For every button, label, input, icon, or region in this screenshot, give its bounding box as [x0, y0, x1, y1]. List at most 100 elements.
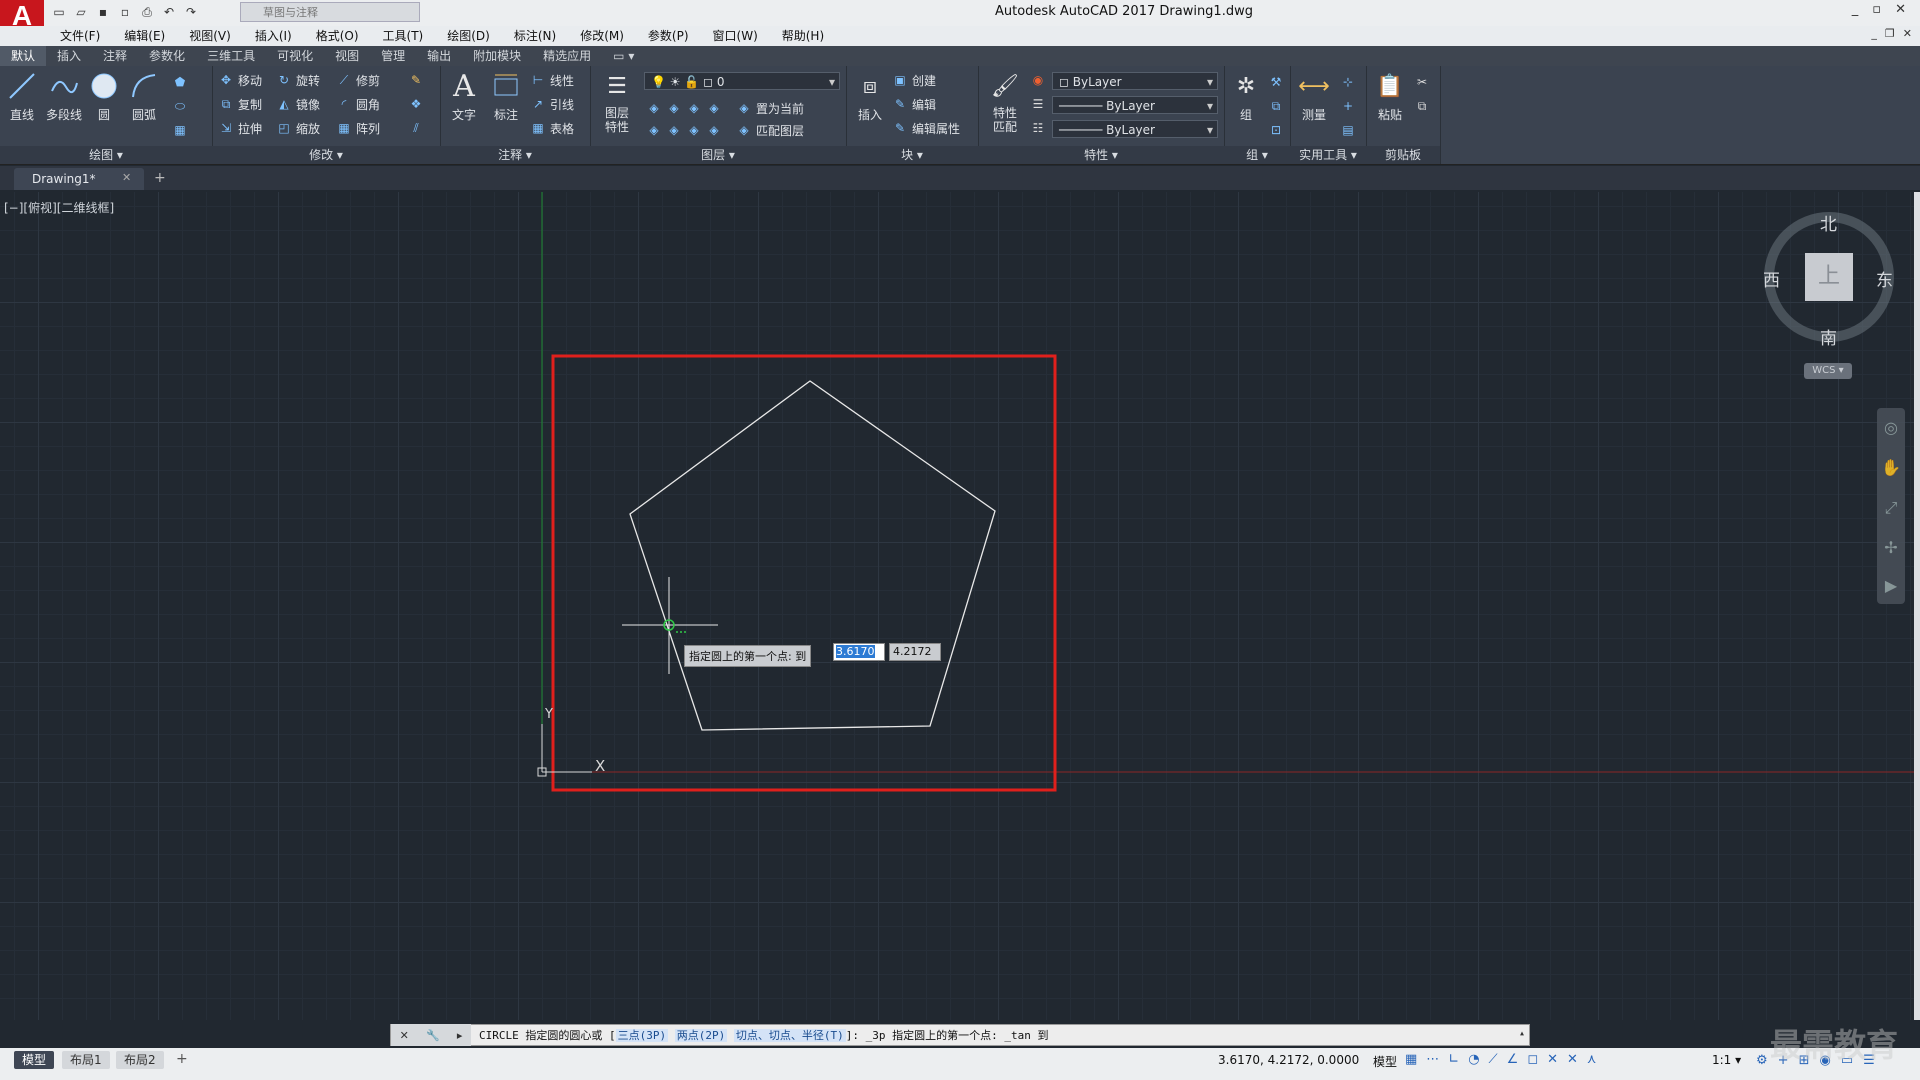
copy-button[interactable]: ⧉ 复制	[218, 94, 262, 114]
fillet-button[interactable]: ◜ 圆角	[336, 94, 380, 114]
ellipse-button[interactable]: ⬭	[172, 96, 188, 116]
ribbon-toggle-button[interactable]: ▭ ▾	[602, 46, 645, 66]
trim-button[interactable]: ⟋ 修剪	[336, 70, 380, 90]
edit-block-button[interactable]: ✎ 编辑	[892, 94, 936, 114]
layout-tab-layout1[interactable]: 布局1	[62, 1051, 110, 1069]
menu-file[interactable]: 文件(F)	[48, 26, 112, 46]
linetype-dropdown[interactable]: ────── ByLayer	[1052, 96, 1218, 115]
compass-south[interactable]: 南	[1820, 324, 1837, 349]
circle-button[interactable]: 圆	[84, 70, 124, 123]
layer-dropdown[interactable]: 💡 ☀ 🔓 ◻ 0	[644, 72, 840, 91]
table-button[interactable]: ▦ 表格	[530, 118, 574, 138]
minimize-button[interactable]: _	[1852, 2, 1859, 17]
menu-view[interactable]: 视图(V)	[177, 26, 243, 46]
panel-properties-title[interactable]: 特性 ▾	[978, 146, 1224, 164]
object-snap-tracking-icon[interactable]: ∠	[1507, 1052, 1519, 1067]
panel-layers-title[interactable]: 图层 ▾	[590, 146, 846, 164]
tab-annotate[interactable]: 注释	[92, 46, 138, 66]
leader-button[interactable]: ↗ 引线	[530, 94, 574, 114]
vertical-scrollbar[interactable]	[1914, 192, 1920, 1020]
stretch-button[interactable]: ⇲ 拉伸	[218, 118, 262, 138]
set-current-button[interactable]: ◈ 置为当前	[736, 98, 804, 118]
menu-modify[interactable]: 修改(M)	[568, 26, 636, 46]
group-select-button[interactable]: ⊡	[1268, 120, 1284, 140]
layer-tools-row2[interactable]: ◈ ◈ ◈ ◈	[646, 120, 722, 140]
annotation-visibility-icon[interactable]: ✕	[1547, 1052, 1558, 1067]
menu-edit[interactable]: 编辑(E)	[112, 26, 177, 46]
steering-wheel-icon[interactable]: ◎	[1877, 408, 1905, 448]
insert-block-button[interactable]: ⧈ 插入	[850, 70, 890, 123]
cut-button[interactable]: ✂	[1414, 72, 1430, 92]
cmd-option-ttr[interactable]: 切点、切点、半径(T)	[733, 1029, 846, 1042]
tab-manage[interactable]: 管理	[370, 46, 416, 66]
layer-tools-row1[interactable]: ◈ ◈ ◈ ◈	[646, 98, 722, 118]
explode-button[interactable]: ❖	[408, 94, 424, 114]
undo-icon[interactable]: ↶	[160, 3, 178, 21]
print-icon[interactable]: ⎙	[138, 3, 156, 21]
arc-button[interactable]: 圆弧	[124, 70, 164, 123]
paste-button[interactable]: 📋 粘贴	[1370, 70, 1410, 123]
layout-tab-layout2[interactable]: 布局2	[116, 1051, 164, 1069]
add-layout-button[interactable]: +	[176, 1051, 188, 1067]
cmd-option-2p[interactable]: 两点(2P)	[674, 1029, 728, 1042]
doc-close-button[interactable]: ✕	[1903, 27, 1912, 40]
quick-select-button[interactable]: ⊹	[1340, 72, 1356, 92]
pan-icon[interactable]: ✋	[1877, 448, 1905, 488]
new-tab-button[interactable]: +	[154, 170, 166, 186]
annotation-scale-icon[interactable]: ⋏	[1587, 1052, 1597, 1067]
panel-clipboard-title[interactable]: 剪贴板	[1366, 146, 1440, 164]
hatch-button[interactable]: ▦	[172, 120, 188, 140]
compass-north[interactable]: 北	[1820, 210, 1837, 235]
menu-draw[interactable]: 绘图(D)	[435, 26, 502, 46]
menu-window[interactable]: 窗口(W)	[701, 26, 770, 46]
menu-insert[interactable]: 插入(I)	[243, 26, 304, 46]
command-customize-icon[interactable]: 🔧	[426, 1029, 440, 1042]
zoom-icon[interactable]: ⤢	[1877, 488, 1905, 528]
compass-west[interactable]: 西	[1763, 266, 1780, 291]
measure-button[interactable]: ⟷ 测量	[1294, 70, 1334, 123]
orbit-icon[interactable]: ✢	[1877, 528, 1905, 568]
array-button[interactable]: ▦ 阵列	[336, 118, 380, 138]
doc-minimize-button[interactable]: _	[1871, 27, 1877, 40]
lineweight-dropdown[interactable]: ────── ByLayer	[1052, 120, 1218, 139]
workspace-dropdown[interactable]: 草图与注释	[240, 2, 420, 22]
tab-featured-apps[interactable]: 精选应用	[532, 46, 602, 66]
tab-parametric[interactable]: 参数化	[138, 46, 196, 66]
rotate-button[interactable]: ↻ 旋转	[276, 70, 320, 90]
group-button[interactable]: ✲ 组	[1226, 70, 1266, 123]
tab-addins[interactable]: 附加模块	[462, 46, 532, 66]
annotation-scale-dropdown[interactable]: 1:1 ▾	[1712, 1053, 1741, 1067]
open-file-icon[interactable]: ▱	[72, 3, 90, 21]
polar-icon[interactable]: ◔	[1468, 1052, 1479, 1067]
pentagon-shape[interactable]	[629, 380, 996, 731]
workspace-switch-icon[interactable]: ⚙	[1756, 1053, 1768, 1068]
point-button[interactable]: +	[1340, 96, 1356, 116]
command-close-icon[interactable]: ✕	[400, 1029, 409, 1042]
command-recent-icon[interactable]: ▸	[457, 1029, 463, 1042]
line-button[interactable]: 直线	[2, 70, 42, 123]
color-dropdown[interactable]: ◻ ByLayer	[1052, 72, 1218, 91]
dynamic-input-y-field[interactable]: 4.2172	[889, 643, 941, 661]
calculator-button[interactable]: ▤	[1340, 120, 1356, 140]
dimension-button[interactable]: 标注	[486, 70, 526, 123]
scale-button[interactable]: ◰ 缩放	[276, 118, 320, 138]
model-space-button[interactable]: 模型	[1373, 1053, 1397, 1070]
close-tab-icon[interactable]: ✕	[122, 171, 131, 184]
offset-button[interactable]: ⫽	[408, 118, 424, 138]
menu-tools[interactable]: 工具(T)	[371, 26, 436, 46]
tab-default[interactable]: 默认	[0, 46, 47, 66]
tab-3d-tools[interactable]: 三维工具	[196, 46, 266, 66]
wcs-menu-button[interactable]: WCS ▾	[1804, 363, 1852, 379]
polygon-button[interactable]: ⬟	[172, 72, 188, 92]
snap-icon[interactable]: ⋯	[1426, 1052, 1439, 1067]
erase-button[interactable]: ✎	[408, 70, 424, 90]
move-button[interactable]: ✥ 移动	[218, 70, 262, 90]
showmotion-icon[interactable]: ▶	[1877, 568, 1905, 604]
tab-output[interactable]: 输出	[416, 46, 462, 66]
panel-modify-title[interactable]: 修改 ▾	[212, 146, 440, 164]
layout-tab-model[interactable]: 模型	[14, 1051, 55, 1069]
save-as-icon[interactable]: ▫	[116, 3, 134, 21]
isodraft-icon[interactable]: ⟋	[1489, 1052, 1498, 1067]
match-layer-button[interactable]: ◈ 匹配图层	[736, 120, 804, 140]
polyline-button[interactable]: 多段线	[44, 70, 84, 123]
